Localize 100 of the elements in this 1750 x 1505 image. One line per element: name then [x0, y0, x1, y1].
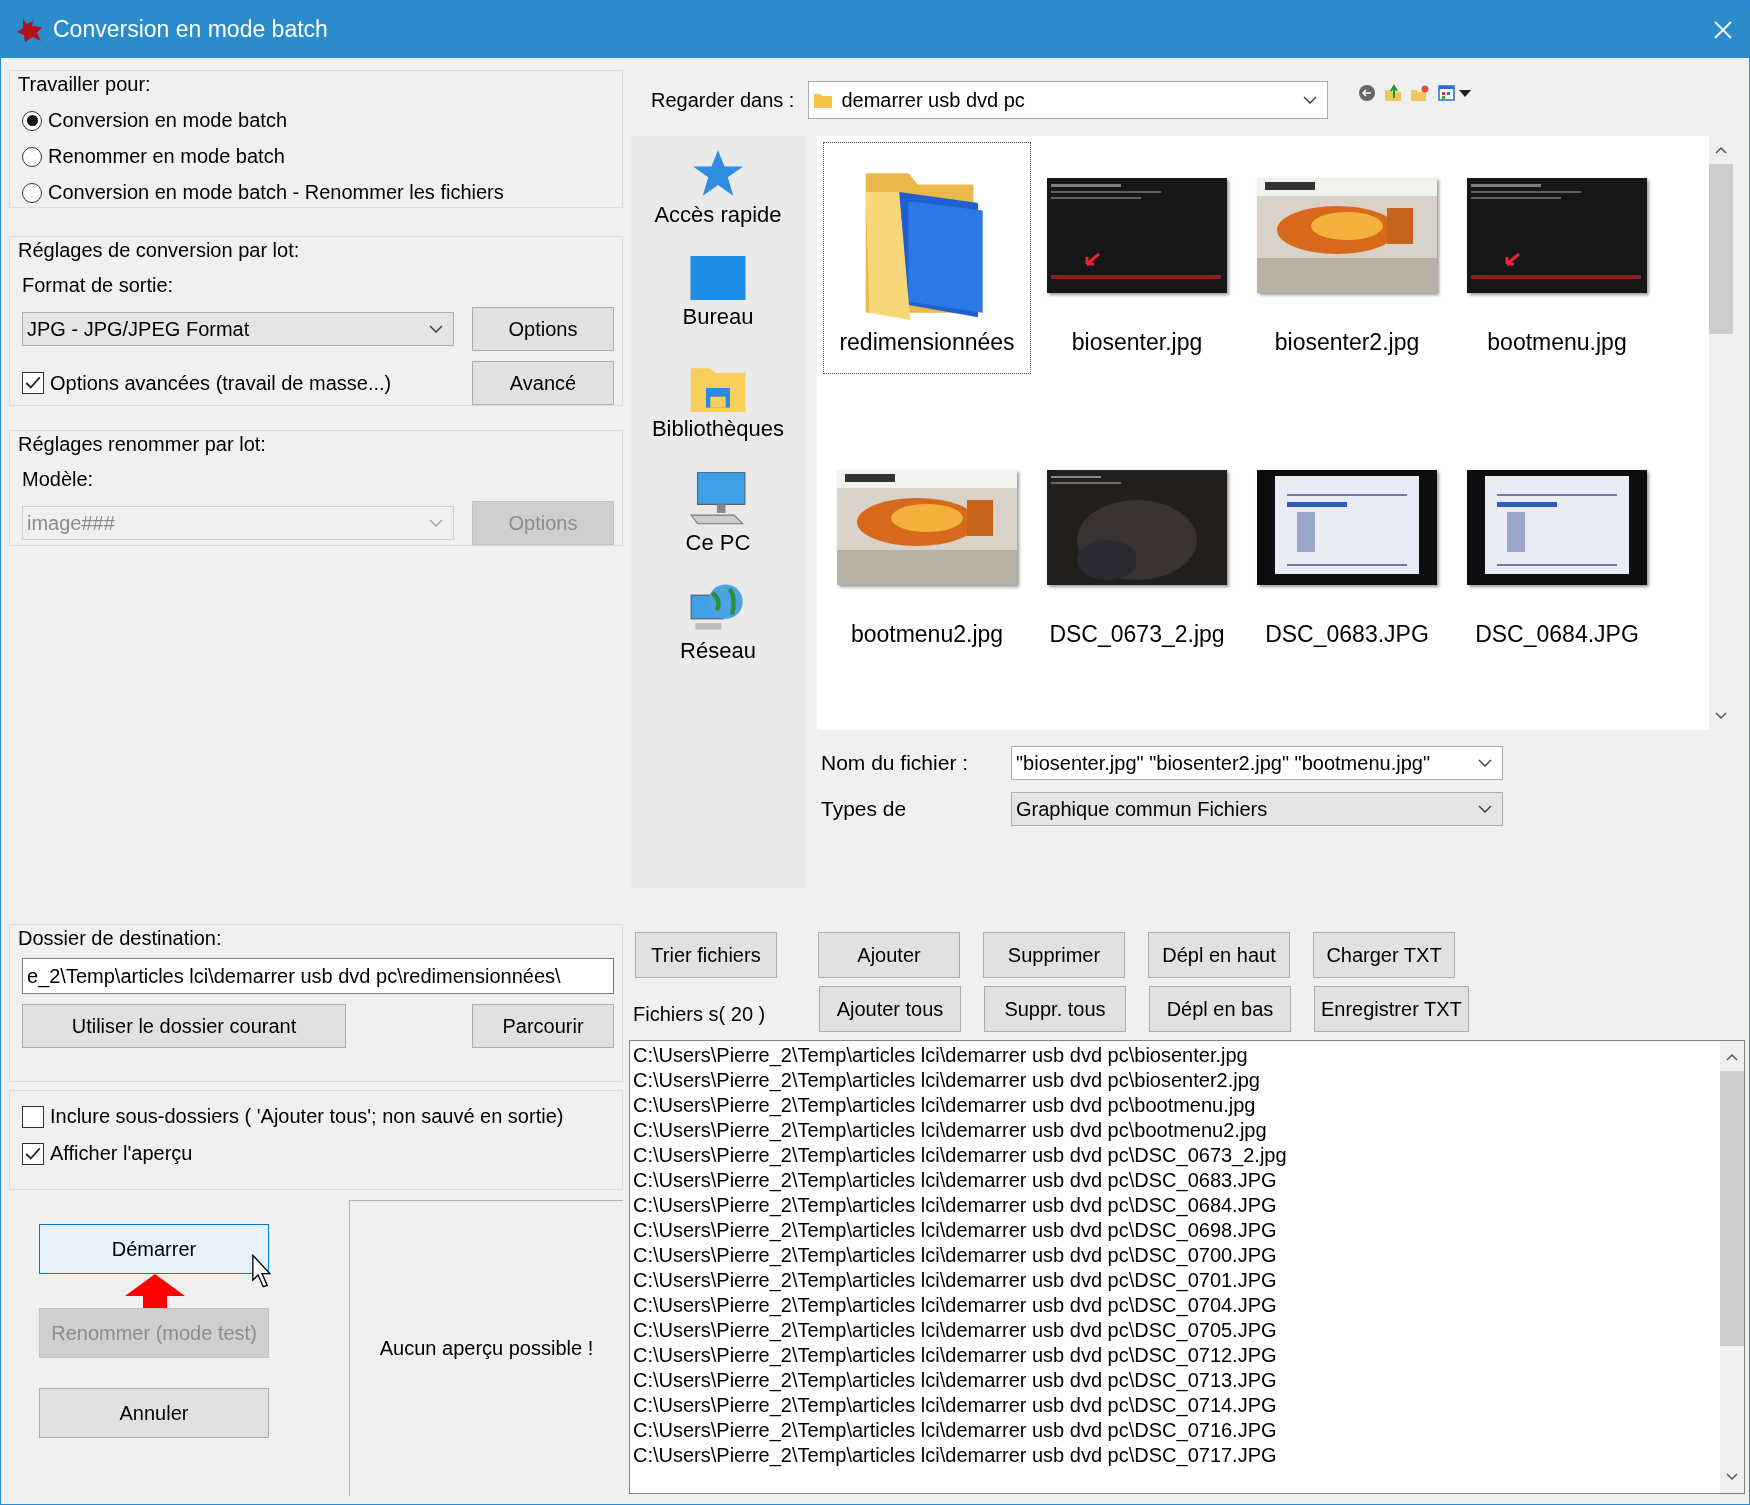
look-in-dropdown[interactable]: demarrer usb dvd pc: [808, 81, 1329, 119]
file-item[interactable]: bootmenu.jpg: [1453, 142, 1661, 374]
file-path[interactable]: C:\Users\Pierre_2\Temp\articles lci\demarrer usb dvd pc\biosenter.jpg: [633, 1043, 1248, 1068]
file-item[interactable]: redimensionnées: [823, 142, 1031, 374]
radio-button[interactable]: [22, 182, 42, 203]
file-path[interactable]: C:\Users\Pierre_2\Temp\articles lci\demarrer usb dvd pc\DSC_0714.JPG: [633, 1393, 1277, 1418]
checkbox[interactable]: [22, 1105, 44, 1128]
arrow-icon: [125, 1274, 185, 1308]
checkbox-label[interactable]: Options avancées (travail de masse...): [50, 371, 392, 395]
pointer-icon: [251, 1254, 273, 1288]
destination-field[interactable]: e_2\Temp\articles lci\demarrer usb dvd pc\redimensionnées\: [22, 958, 614, 994]
file-name: bootmenu2.jpg: [850, 621, 1004, 648]
radio-label[interactable]: Conversion en mode batch: [48, 109, 288, 132]
file-item[interactable]: bootmenu2.jpg: [823, 434, 1031, 666]
file-name-field[interactable]: "biosenter.jpg" "biosenter2.jpg" "bootmenu.jpg": [1011, 746, 1503, 780]
list-button[interactable]: Enregistrer TXT: [1314, 986, 1469, 1032]
group-legend: Réglages renommer par lot:: [18, 433, 614, 456]
place-label[interactable]: Réseau: [680, 638, 756, 664]
list-button[interactable]: Charger TXT: [1313, 932, 1455, 978]
place-label[interactable]: Bureau: [682, 304, 754, 330]
file-path[interactable]: C:\Users\Pierre_2\Temp\articles lci\demarrer usb dvd pc\DSC_0716.JPG: [633, 1418, 1277, 1443]
view-menu-icon[interactable]: [1438, 84, 1473, 102]
scroll-down-icon[interactable]: [1726, 1473, 1738, 1481]
action-button[interactable]: Démarrer: [39, 1224, 269, 1274]
format-dropdown[interactable]: JPG - JPG/JPEG Format: [22, 312, 454, 346]
radio-button[interactable]: [22, 110, 42, 131]
radio-label[interactable]: Conversion en mode batch - Renommer les fichiers: [48, 181, 504, 204]
checkbox-label[interactable]: Afficher l'aperçu: [50, 1142, 193, 1165]
file-path[interactable]: C:\Users\Pierre_2\Temp\articles lci\demarrer usb dvd pc\DSC_0684.JPG: [633, 1193, 1277, 1218]
star-icon[interactable]: [690, 148, 746, 198]
new-folder-icon[interactable]: [1410, 84, 1431, 102]
list-button[interactable]: Supprimer: [983, 932, 1125, 978]
field-label: Nom du fichier :: [821, 751, 970, 775]
file-path[interactable]: C:\Users\Pierre_2\Temp\articles lci\demarrer usb dvd pc\bootmenu2.jpg: [633, 1118, 1267, 1143]
file-item[interactable]: biosenter2.jpg: [1243, 142, 1451, 374]
scrollbar[interactable]: [1720, 1041, 1744, 1493]
file-path[interactable]: C:\Users\Pierre_2\Temp\articles lci\demarrer usb dvd pc\DSC_0683.JPG: [633, 1168, 1277, 1193]
field-label: Modèle:: [22, 468, 95, 491]
scroll-up-icon[interactable]: [1715, 146, 1727, 154]
file-path[interactable]: C:\Users\Pierre_2\Temp\articles lci\demarrer usb dvd pc\DSC_0705.JPG: [633, 1318, 1277, 1343]
close-icon[interactable]: [1713, 19, 1733, 40]
file-path[interactable]: C:\Users\Pierre_2\Temp\articles lci\demarrer usb dvd pc\DSC_0712.JPG: [633, 1343, 1277, 1368]
use-current-folder-button[interactable]: Utiliser le dossier courant: [22, 1004, 346, 1048]
options-button[interactable]: Options: [472, 307, 614, 351]
file-path[interactable]: C:\Users\Pierre_2\Temp\articles lci\demarrer usb dvd pc\DSC_0717.JPG: [633, 1443, 1277, 1468]
file-type-dropdown[interactable]: Graphique commun Fichiers: [1011, 792, 1503, 826]
file-name: biosenter2.jpg: [1274, 329, 1420, 356]
file-path[interactable]: C:\Users\Pierre_2\Temp\articles lci\demarrer usb dvd pc\DSC_0713.JPG: [633, 1368, 1277, 1393]
chevron-icon[interactable]: [429, 325, 443, 333]
file-path[interactable]: C:\Users\Pierre_2\Temp\articles lci\demarrer usb dvd pc\DSC_0700.JPG: [633, 1243, 1277, 1268]
action-button[interactable]: Annuler: [39, 1388, 269, 1438]
file-name: redimensionnées: [839, 329, 1015, 356]
file-path[interactable]: C:\Users\Pierre_2\Temp\articles lci\demarrer usb dvd pc\DSC_0698.JPG: [633, 1218, 1277, 1243]
file-path[interactable]: C:\Users\Pierre_2\Temp\articles lci\demarrer usb dvd pc\DSC_0673_2.jpg: [633, 1143, 1287, 1168]
chevron-icon[interactable]: [1303, 96, 1318, 104]
file-path[interactable]: C:\Users\Pierre_2\Temp\articles lci\demarrer usb dvd pc\DSC_0701.JPG: [633, 1268, 1277, 1293]
preview-message: Aucun aperçu possible !: [379, 1337, 594, 1360]
chevron-icon[interactable]: [1478, 805, 1492, 813]
file-item[interactable]: biosenter.jpg: [1033, 142, 1241, 374]
folder-up-icon[interactable]: [1384, 84, 1403, 102]
advanced-button[interactable]: Avancé: [472, 361, 614, 405]
browse-button[interactable]: Parcourir: [472, 1004, 614, 1048]
file-item[interactable]: DSC_0684.JPG: [1453, 434, 1661, 666]
file-name: biosenter.jpg: [1071, 329, 1203, 356]
file-item[interactable]: DSC_0683.JPG: [1243, 434, 1451, 666]
place-label[interactable]: Bibliothèques: [651, 416, 785, 442]
back-icon[interactable]: [1358, 84, 1377, 102]
radio-label[interactable]: Renommer en mode batch: [48, 145, 285, 168]
file-name: DSC_0683.JPG: [1265, 621, 1429, 648]
checkbox[interactable]: [22, 1142, 44, 1165]
file-item[interactable]: DSC_0673_2.jpg: [1033, 434, 1241, 666]
file-name: bootmenu.jpg: [1487, 329, 1627, 356]
scroll-down-icon[interactable]: [1715, 712, 1727, 720]
window-title: Conversion en mode batch: [53, 16, 329, 43]
list-button[interactable]: Dépl en haut: [1148, 932, 1290, 978]
radio-button[interactable]: [22, 146, 42, 167]
file-path[interactable]: C:\Users\Pierre_2\Temp\articles lci\demarrer usb dvd pc\DSC_0704.JPG: [633, 1293, 1277, 1318]
place-label[interactable]: Accès rapide: [654, 202, 782, 228]
group-legend: Travailler pour:: [18, 73, 614, 96]
group-legend: Réglages de conversion par lot:: [18, 239, 614, 262]
file-name: DSC_0684.JPG: [1475, 621, 1639, 648]
list-button[interactable]: Trier fichiers: [635, 932, 777, 978]
list-button[interactable]: Ajouter: [818, 932, 960, 978]
group-legend: Dossier de destination:: [18, 927, 614, 950]
list-button[interactable]: Ajouter tous: [819, 986, 961, 1032]
file-path[interactable]: C:\Users\Pierre_2\Temp\articles lci\demarrer usb dvd pc\biosenter2.jpg: [633, 1068, 1260, 1093]
file-count-label: Fichiers s( 20 ): [633, 1002, 767, 1026]
file-path[interactable]: C:\Users\Pierre_2\Temp\articles lci\demarrer usb dvd pc\bootmenu.jpg: [633, 1093, 1256, 1118]
list-button[interactable]: Dépl en bas: [1149, 986, 1291, 1032]
field-label: Regarder dans :: [651, 88, 795, 112]
scroll-up-icon[interactable]: [1726, 1053, 1738, 1061]
file-name: DSC_0673_2.jpg: [1049, 621, 1225, 648]
computer-icon[interactable]: [689, 472, 747, 526]
place-label[interactable]: Ce PC: [685, 530, 751, 556]
field-label: Types de: [821, 797, 908, 821]
field-label: Format de sortie:: [22, 274, 175, 297]
list-button[interactable]: Suppr. tous: [984, 986, 1126, 1032]
chevron-icon[interactable]: [1478, 759, 1492, 767]
checkbox[interactable]: [22, 372, 44, 394]
checkbox-label[interactable]: Inclure sous-dossiers ( 'Ajouter tous'; non sauvé en sortie): [50, 1105, 564, 1128]
